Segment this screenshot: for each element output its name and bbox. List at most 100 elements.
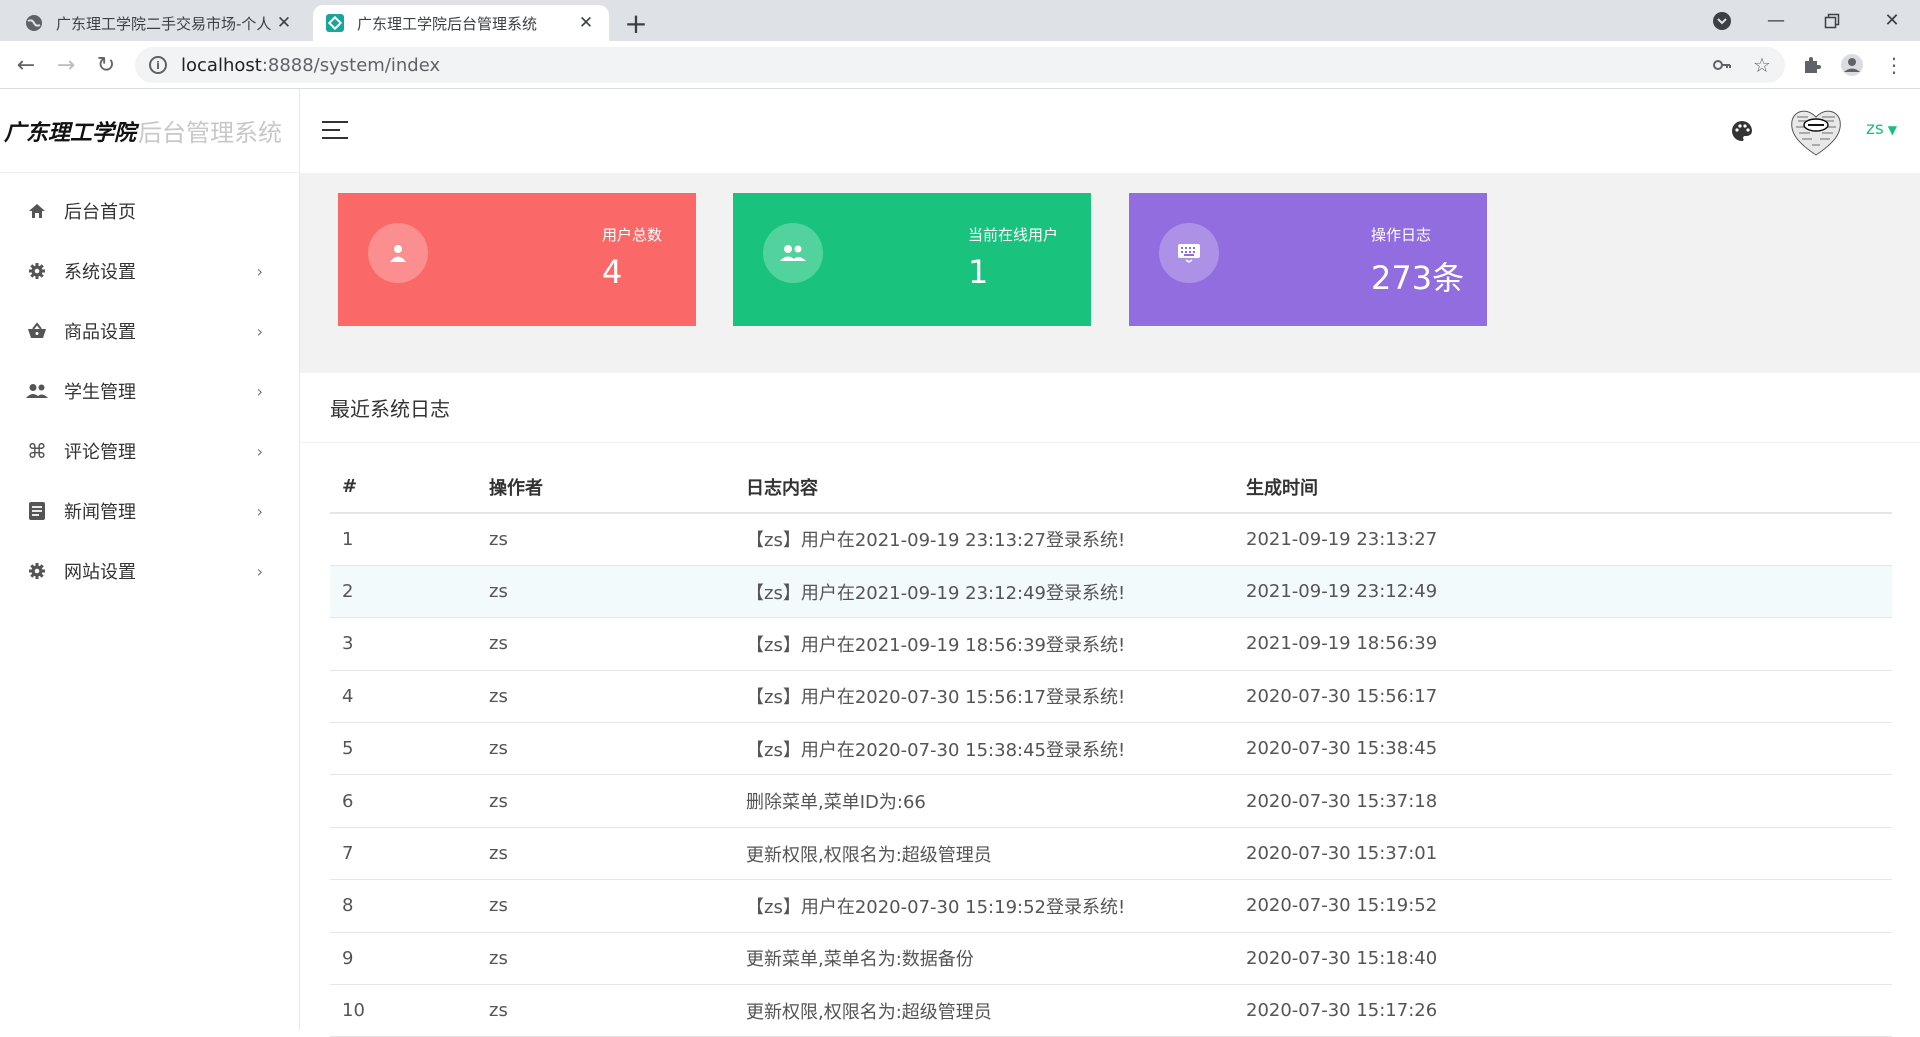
sidebar-item-news[interactable]: 新闻管理 ›	[0, 481, 299, 541]
restore-icon	[1824, 13, 1840, 28]
table-row[interactable]: 9 zs 更新菜单,菜单名为:数据备份 2020-07-30 15:18:40	[330, 932, 1892, 986]
log-content: 更新菜单,菜单名为:数据备份	[734, 932, 1234, 986]
sidebar-item-goods[interactable]: 商品设置 ›	[0, 301, 299, 361]
site-logo-icon	[326, 14, 344, 32]
stat-value: 1	[968, 253, 989, 291]
minimize-icon: —	[1767, 10, 1785, 31]
chevron-right-icon: ›	[256, 501, 263, 521]
sidebar-item-label: 商品设置	[64, 322, 136, 343]
window-close-button[interactable]: ✕	[1864, 0, 1920, 41]
browser-toolbar: ← → ↻ i localhost:8888/system/index ☆ ⋮	[0, 41, 1920, 89]
address-bar[interactable]: i localhost:8888/system/index	[135, 47, 1785, 83]
close-icon: ✕	[1884, 10, 1900, 31]
palette-icon[interactable]	[1730, 119, 1754, 143]
forward-button[interactable]: →	[50, 49, 82, 81]
log-index: 6	[330, 774, 477, 828]
keyboard-icon	[1159, 223, 1219, 283]
gear-icon	[26, 560, 48, 582]
column-header-content: 日志内容	[734, 461, 1234, 514]
log-content: 【zs】用户在2021-09-19 23:13:27登录系统!	[734, 513, 1234, 566]
arrow-left-icon: ←	[16, 52, 36, 78]
new-tab-button[interactable]: +	[620, 7, 652, 40]
reload-button[interactable]: ↻	[90, 49, 122, 81]
bookmark-button[interactable]: ☆	[1748, 51, 1776, 79]
log-operator: zs	[477, 565, 734, 619]
url-path: :8888/system/index	[261, 54, 441, 76]
info-icon[interactable]: i	[149, 56, 167, 74]
table-row[interactable]: 5 zs 【zs】用户在2020-07-30 15:38:45登录系统! 2020-0…	[330, 722, 1892, 776]
table-row[interactable]: 6 zs 删除菜单,菜单ID为:66 2020-07-30 15:37:18	[330, 774, 1892, 828]
basket-icon	[26, 320, 48, 342]
log-index: 1	[330, 513, 477, 566]
recent-logs-panel: 最近系统日志 # 操作者 日志内容 生成时间 1 zs 【zs】用户在2021-09…	[300, 373, 1920, 1037]
news-icon	[26, 500, 48, 522]
table-row[interactable]: 8 zs 【zs】用户在2020-07-30 15:19:52登录系统! 2020-0…	[330, 879, 1892, 933]
hamburger-line	[322, 121, 348, 123]
hamburger-line	[322, 137, 348, 139]
sidebar-item-website[interactable]: 网站设置 ›	[0, 541, 299, 601]
chevron-right-icon: ›	[256, 321, 263, 341]
chevron-right-icon: ›	[256, 261, 263, 281]
browser-tab-title: 广东理工学院后台管理系统	[357, 14, 538, 33]
log-time: 2020-07-30 15:19:52	[1234, 879, 1892, 933]
sidebar-item-home[interactable]: 后台首页	[0, 181, 299, 241]
key-icon	[1713, 60, 1731, 70]
log-operator: zs	[477, 722, 734, 776]
table-row[interactable]: 2 zs 【zs】用户在2021-09-19 23:12:49登录系统! 2021-0…	[330, 565, 1892, 619]
caret-down-icon: ▼	[1887, 123, 1898, 137]
sidebar-item-students[interactable]: 学生管理 ›	[0, 361, 299, 421]
table-row[interactable]: 10 zs 更新权限,权限名为:超级管理员 2020-07-30 15:17:26	[330, 984, 1892, 1037]
stat-card-users: 用户总数 4	[338, 193, 696, 326]
log-content: 【zs】用户在2020-07-30 15:56:17登录系统!	[734, 670, 1234, 724]
table-row[interactable]: 3 zs 【zs】用户在2021-09-19 18:56:39登录系统! 2021-0…	[330, 617, 1892, 671]
log-index: 9	[330, 932, 477, 986]
menu-toggle-button[interactable]	[322, 121, 348, 141]
logo[interactable]: 广东理工学院 后台管理系统	[0, 89, 299, 173]
password-key-button[interactable]	[1708, 51, 1736, 79]
profile-button[interactable]	[1838, 51, 1866, 79]
home-icon	[26, 200, 48, 222]
log-content: 【zs】用户在2020-07-30 15:38:45登录系统!	[734, 722, 1234, 776]
stat-card-logs: 操作日志 273条	[1129, 193, 1487, 326]
sidebar-item-label: 系统设置	[64, 262, 136, 283]
browser-tabstrip: 广东理工学院二手交易市场-个人 ✕ 广东理工学院后台管理系统 ✕ + — ✕	[0, 0, 1920, 41]
log-content: 【zs】用户在2020-07-30 15:19:52登录系统!	[734, 879, 1234, 933]
logo-suffix: 后台管理系统	[138, 119, 283, 147]
log-content: 删除菜单,菜单ID为:66	[734, 774, 1234, 828]
tab-search-button[interactable]	[1694, 0, 1750, 41]
browser-tab-admin[interactable]: 广东理工学院后台管理系统 ✕	[313, 5, 609, 41]
table-row[interactable]: 1 zs 【zs】用户在2021-09-19 23:13:27登录系统! 2021-0…	[330, 513, 1892, 566]
browser-tab-title: 广东理工学院二手交易市场-个人	[56, 14, 272, 33]
table-row[interactable]: 4 zs 【zs】用户在2020-07-30 15:56:17登录系统! 2020-0…	[330, 670, 1892, 724]
sidebar-item-comments[interactable]: ⌘ 评论管理 ›	[0, 421, 299, 481]
minimize-button[interactable]: —	[1748, 0, 1804, 41]
user-icon	[368, 223, 428, 283]
sidebar-item-system[interactable]: 系统设置 ›	[0, 241, 299, 301]
close-icon[interactable]: ✕	[575, 12, 597, 34]
sidebar-item-label: 学生管理	[64, 382, 136, 403]
browser-tab-market[interactable]: 广东理工学院二手交易市场-个人 ✕	[12, 5, 307, 41]
sidebar-item-label: 新闻管理	[64, 502, 136, 523]
column-header-operator: 操作者	[477, 461, 734, 514]
close-icon[interactable]: ✕	[273, 12, 295, 34]
log-time: 2021-09-19 23:12:49	[1234, 565, 1892, 619]
restore-button[interactable]	[1804, 0, 1860, 41]
stat-value: 4	[602, 253, 623, 291]
log-content: 【zs】用户在2021-09-19 23:12:49登录系统!	[734, 565, 1234, 619]
browser-menu-button[interactable]: ⋮	[1880, 51, 1908, 79]
table-row[interactable]: 7 zs 更新权限,权限名为:超级管理员 2020-07-30 15:37:01	[330, 827, 1892, 881]
log-operator: zs	[477, 984, 734, 1037]
extensions-button[interactable]	[1798, 51, 1826, 79]
command-icon: ⌘	[27, 439, 47, 463]
avatar[interactable]	[1788, 103, 1844, 159]
log-operator: zs	[477, 774, 734, 828]
log-operator: zs	[477, 827, 734, 881]
user-menu[interactable]: zs ▼	[1866, 119, 1897, 139]
sidebar: 广东理工学院 后台管理系统 后台首页 系统设置 › 商品设置 › 学生管理 › …	[0, 89, 300, 1030]
log-time: 2020-07-30 15:37:01	[1234, 827, 1892, 881]
arrow-right-icon: →	[56, 52, 76, 78]
sidebar-item-label: 后台首页	[64, 202, 136, 223]
back-button[interactable]: ←	[10, 49, 42, 81]
main-content: 用户总数 4 当前在线用户 1 操作日志 273条 最近系统日志 # 操作者 日…	[300, 173, 1920, 1037]
log-time: 2021-09-19 18:56:39	[1234, 617, 1892, 671]
